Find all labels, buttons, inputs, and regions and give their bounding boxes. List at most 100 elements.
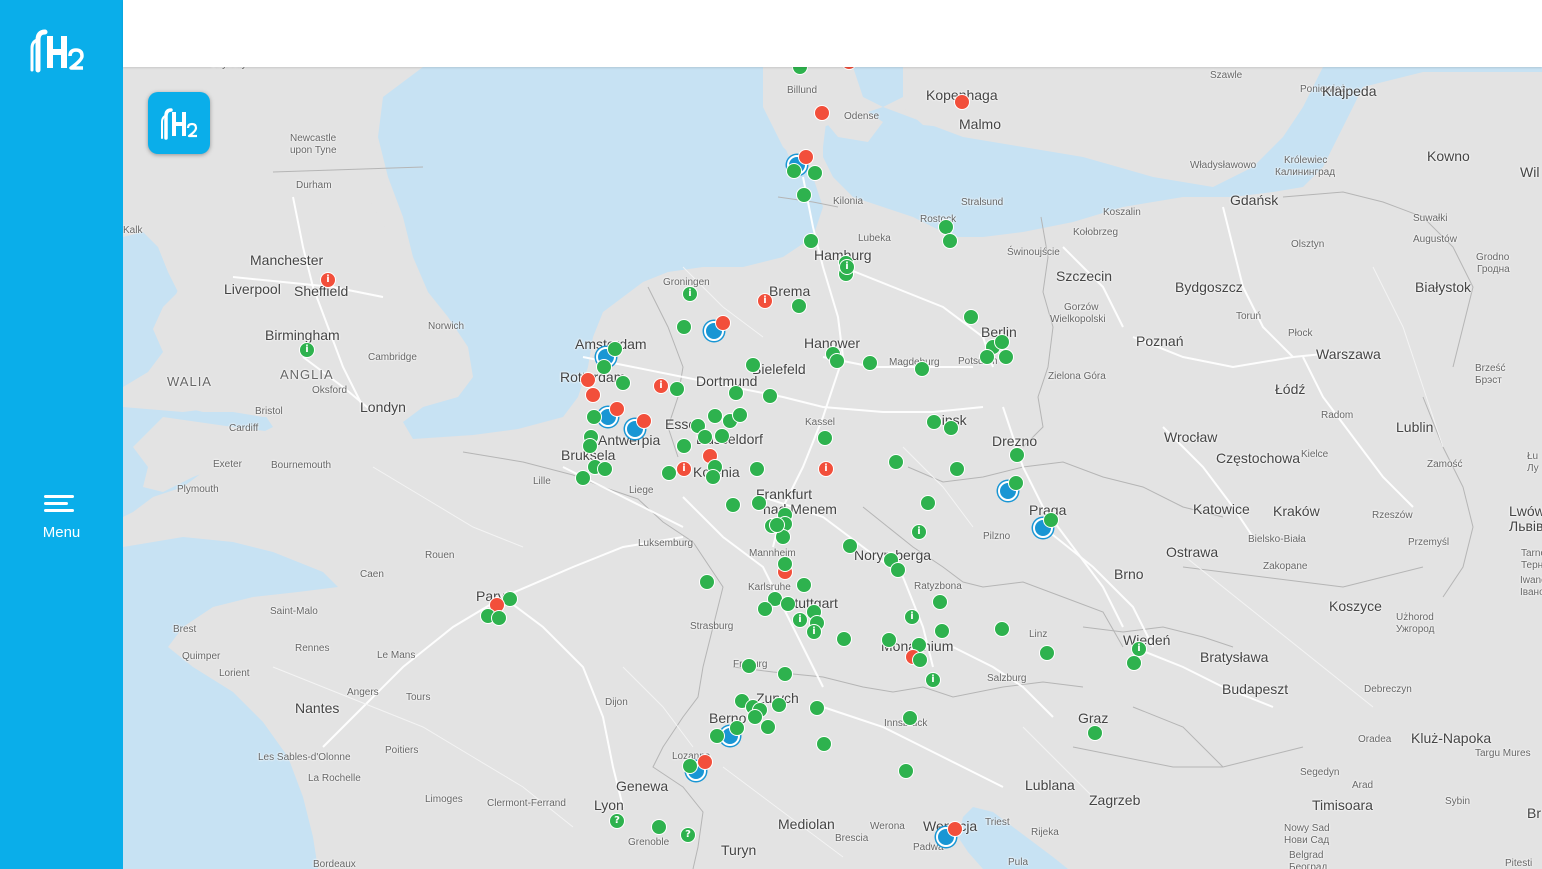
station-marker-green[interactable] [757,601,773,617]
station-marker-green[interactable] [676,319,692,335]
station-marker-green[interactable] [1043,512,1059,528]
station-marker-green[interactable] [741,658,757,674]
station-marker-green[interactable] [914,361,930,377]
station-marker-green[interactable] [729,720,745,736]
station-marker-red[interactable]: i [653,378,669,394]
station-marker-green[interactable] [575,470,591,486]
station-marker-green[interactable]: i [792,612,808,628]
station-marker-green[interactable] [676,438,692,454]
station-marker-green[interactable] [842,538,858,554]
station-marker-green[interactable] [836,631,852,647]
station-marker-red[interactable]: i [320,272,336,288]
station-marker-red[interactable] [585,387,601,403]
station-marker-green[interactable] [942,233,958,249]
station-marker-green[interactable]: i [806,624,822,640]
map-view[interactable]: SzawlePoniewieżKlajpedaKownoWilKopenhaga… [123,67,1542,869]
station-marker-red[interactable] [798,149,814,165]
station-marker-red[interactable] [580,372,596,388]
map-h2-logo-button[interactable] [148,92,210,154]
station-marker-green[interactable] [682,758,698,774]
station-marker-green[interactable] [912,652,928,668]
station-marker-green[interactable] [745,357,761,373]
station-marker-green[interactable] [979,349,995,365]
station-marker-green[interactable] [607,341,623,357]
station-marker-green[interactable] [791,298,807,314]
station-marker-green[interactable] [926,414,942,430]
station-marker-green[interactable] [707,408,723,424]
station-marker-green[interactable] [661,465,677,481]
station-marker-green[interactable] [651,819,667,835]
station-marker-red[interactable]: i [818,461,834,477]
station-marker-red[interactable]: i [676,461,692,477]
station-marker-green[interactable] [780,596,796,612]
station-marker-green[interactable] [902,710,918,726]
station-marker-green[interactable] [777,666,793,682]
station-marker-green[interactable] [994,621,1010,637]
station-marker-green[interactable] [725,497,741,513]
station-marker-green[interactable]: i [839,259,855,275]
station-marker-green[interactable] [762,388,778,404]
station-marker-green[interactable] [963,309,979,325]
station-marker-green[interactable] [777,556,793,572]
station-marker-green[interactable]: i [925,672,941,688]
station-marker-green[interactable] [728,385,744,401]
station-marker-red[interactable]: i [757,293,773,309]
station-marker-green[interactable] [829,353,845,369]
h2-logo-icon[interactable] [24,26,94,74]
station-marker-green[interactable] [586,409,602,425]
station-marker-red[interactable] [715,315,731,331]
station-marker-green[interactable] [1126,655,1142,671]
station-marker-green[interactable] [491,610,507,626]
station-marker-green[interactable] [760,719,776,735]
station-marker-green[interactable]: i [911,524,927,540]
station-marker-green[interactable] [709,728,725,744]
station-marker-green[interactable] [786,163,802,179]
station-marker-green[interactable] [890,562,906,578]
station-marker-green[interactable] [943,420,959,436]
station-marker-red[interactable] [697,754,713,770]
station-marker-green[interactable] [796,577,812,593]
station-marker-red[interactable] [609,401,625,417]
station-marker-green[interactable] [1039,645,1055,661]
station-marker-green[interactable] [920,495,936,511]
station-marker-green[interactable] [597,461,613,477]
station-marker-green[interactable]: ? [609,813,625,829]
station-marker-green[interactable] [1008,475,1024,491]
station-marker-red[interactable] [636,413,652,429]
station-marker-green[interactable] [697,429,713,445]
station-marker-red[interactable] [947,821,963,837]
station-marker-green[interactable] [881,632,897,648]
station-marker-green[interactable] [994,334,1010,350]
station-marker-green[interactable] [809,700,825,716]
station-marker-green[interactable] [714,428,730,444]
station-marker-green[interactable] [669,381,685,397]
station-marker-red[interactable] [814,105,830,121]
station-marker-green[interactable] [699,574,715,590]
station-marker-green[interactable]: i [299,342,315,358]
station-marker-green[interactable] [732,407,748,423]
station-marker-green[interactable]: i [904,609,920,625]
station-marker-green[interactable] [949,461,965,477]
station-marker-green[interactable] [749,461,765,477]
station-marker-green[interactable] [751,495,767,511]
station-marker-green[interactable] [998,349,1014,365]
station-marker-green[interactable] [888,454,904,470]
station-marker-green[interactable]: i [682,286,698,302]
station-marker-green[interactable] [862,355,878,371]
station-marker-green[interactable] [1009,447,1025,463]
station-marker-green[interactable] [771,697,787,713]
station-marker-green[interactable] [596,359,612,375]
station-marker-green[interactable] [934,623,950,639]
menu-button[interactable]: Menu [0,488,123,548]
station-marker-green[interactable] [582,438,598,454]
station-marker-green[interactable] [807,165,823,181]
station-marker-green[interactable] [898,763,914,779]
station-marker-green[interactable] [1087,725,1103,741]
station-marker-green[interactable] [932,594,948,610]
station-marker-green[interactable] [817,430,833,446]
station-marker-green[interactable] [816,736,832,752]
station-marker-green[interactable] [796,187,812,203]
station-marker-green[interactable] [615,375,631,391]
station-marker-green[interactable] [705,469,721,485]
station-marker-green[interactable] [803,233,819,249]
